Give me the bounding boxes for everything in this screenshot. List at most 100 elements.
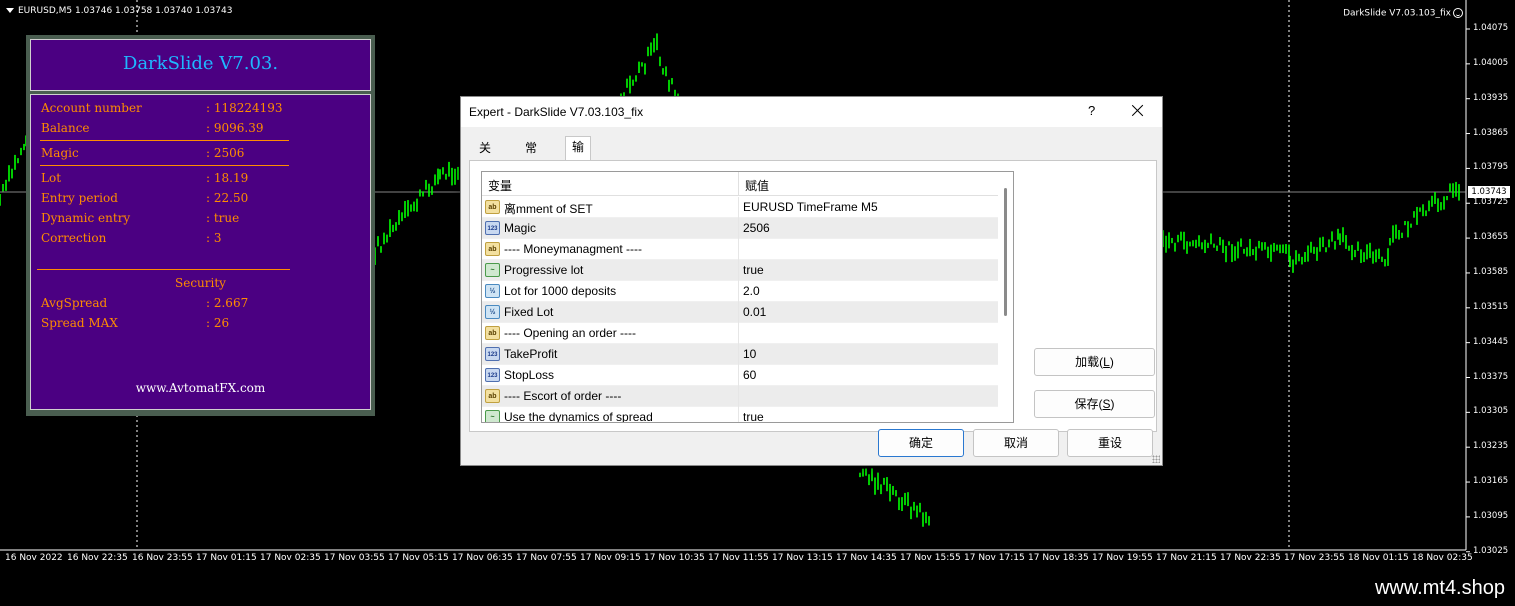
dialog-titlebar[interactable]: Expert - DarkSlide V7.03.103_fix ? [461, 97, 1162, 127]
time-tick-label: 18 Nov 02:35 [1412, 553, 1473, 563]
parameter-row[interactable]: ab ---- Opening an order ---- [482, 323, 998, 344]
time-tick-label: 17 Nov 09:15 [580, 553, 641, 563]
time-tick-label: 17 Nov 07:55 [516, 553, 577, 563]
parameter-row[interactable]: 123 StopLoss 60 [482, 365, 998, 386]
ea-label[interactable]: DarkSlide V7.03.103_fix [1343, 8, 1463, 19]
parameter-row[interactable]: ~ Progressive lot true [482, 260, 998, 281]
balance-value: : 9096.39 [206, 121, 264, 135]
price-tick-label: 1.03095 [1473, 510, 1509, 521]
parameter-value[interactable]: true [743, 410, 764, 422]
tab-inputs[interactable]: 输入参数 [565, 136, 592, 217]
parameter-row[interactable]: ab ---- Moneymanagment ---- [482, 239, 998, 260]
parameter-value[interactable]: 2506 [743, 221, 770, 235]
price-tick-label: 1.03515 [1473, 301, 1509, 312]
magic-value: : 2506 [206, 146, 245, 160]
price-tick-label: 1.03165 [1473, 476, 1509, 487]
entry-period-value: : 22.50 [206, 191, 249, 205]
time-tick-label: 17 Nov 01:15 [196, 553, 257, 563]
symbol-header-text: EURUSD,M5 1.03746 1.03758 1.03740 1.0374… [18, 6, 233, 16]
tab-about[interactable]: 关于 [473, 138, 497, 176]
time-tick-label: 17 Nov 05:15 [388, 553, 449, 563]
price-tick-label: 1.03795 [1473, 162, 1509, 173]
column-divider [738, 323, 739, 344]
time-tick-label: 16 Nov 2022 [5, 553, 63, 563]
ea-name: DarkSlide V7.03.103_fix [1343, 8, 1451, 19]
parameters-table: 变量 赋值 ab 离mment of SET EURUSD TimeFrame M5… [481, 171, 1014, 423]
parameter-name: ---- Opening an order ---- [504, 326, 637, 340]
dynamic-entry-label: Dynamic entry [41, 211, 131, 225]
column-divider [738, 407, 739, 422]
price-tick-label: 1.04075 [1473, 23, 1509, 33]
reset-button[interactable]: 重设 [1067, 429, 1153, 457]
help-button[interactable]: ? [1088, 103, 1095, 118]
panel-body: Account number : 118224193 Balance : 9096.… [30, 94, 371, 410]
string-type-icon: ab [485, 200, 500, 214]
parameter-value[interactable]: EURUSD TimeFrame M5 [743, 200, 878, 214]
parameter-row[interactable]: ½ Lot for 1000 deposits 2.0 [482, 281, 998, 302]
parameter-value[interactable]: true [743, 263, 764, 277]
correction-value: : 3 [206, 231, 222, 245]
integer-type-icon: 123 [485, 368, 500, 382]
column-divider [738, 281, 739, 302]
time-tick-label: 18 Nov 01:15 [1348, 553, 1409, 563]
boolean-type-icon: ~ [485, 410, 500, 422]
save-label: 保存 [1074, 397, 1099, 411]
parameter-name: Magic [504, 221, 537, 235]
column-divider [738, 302, 739, 323]
scrollbar-thumb[interactable] [1004, 188, 1007, 316]
ea-info-panel: DarkSlide V7.03. Account number: 1182241… [26, 35, 375, 416]
column-divider [738, 218, 739, 239]
load-button[interactable]: 加载(L) [1034, 348, 1155, 376]
parameter-value[interactable]: 2.0 [743, 284, 760, 298]
parameter-row[interactable]: ab ---- Escort of order ---- [482, 386, 998, 407]
load-label: 加载 [1075, 355, 1100, 369]
price-tick-label: 1.03375 [1473, 371, 1509, 382]
parameter-name: Progressive lot [504, 263, 584, 277]
collapse-triangle-icon[interactable] [6, 8, 14, 13]
lot-value: : 18.19 [206, 171, 249, 185]
entry-period-label: Entry period [41, 191, 118, 205]
ok-button[interactable]: 确定 [878, 429, 964, 457]
account-value: : 118224193 [206, 101, 283, 115]
table-scrollbar[interactable] [999, 172, 1013, 422]
parameter-row[interactable]: ½ Fixed Lot 0.01 [482, 302, 998, 323]
price-tick-label: 1.03935 [1473, 92, 1509, 103]
column-divider [738, 386, 739, 407]
parameter-row[interactable]: ~ Use the dynamics of spread true [482, 407, 998, 422]
parameter-value[interactable]: 10 [743, 347, 756, 361]
time-tick-label: 17 Nov 10:35 [644, 553, 705, 563]
chart-symbol-header: EURUSD,M5 1.03746 1.03758 1.03740 1.0374… [6, 6, 232, 16]
column-divider [738, 172, 739, 196]
save-hotkey: S [1102, 397, 1111, 411]
account-label: Account number [41, 101, 142, 115]
lot-label: Lot [41, 171, 62, 185]
price-tick-label: 1.03725 [1473, 197, 1509, 208]
time-tick-label: 17 Nov 06:35 [452, 553, 513, 563]
avg-spread-label: AvgSpread [41, 296, 108, 310]
tab-common[interactable]: 常用 [519, 138, 543, 176]
time-tick-label: 17 Nov 11:55 [708, 553, 769, 563]
parameter-value[interactable]: 0.01 [743, 305, 766, 319]
parameter-row[interactable]: ab 离mment of SET EURUSD TimeFrame M5 [482, 197, 998, 218]
price-tick-label: 1.03235 [1473, 441, 1509, 452]
time-tick-label: 17 Nov 22:35 [1220, 553, 1281, 563]
parameter-row[interactable]: 123 Magic 2506 [482, 218, 998, 239]
save-button[interactable]: 保存(S) [1034, 390, 1155, 418]
load-hotkey: L [1103, 355, 1110, 369]
price-tick-label: 1.03025 [1473, 545, 1509, 556]
column-divider [738, 344, 739, 365]
inputs-tab-page: 变量 赋值 ab 离mment of SET EURUSD TimeFrame M5… [469, 160, 1157, 432]
price-tick-label: 1.03655 [1473, 232, 1509, 243]
string-type-icon: ab [485, 326, 500, 340]
smiley-icon [1453, 8, 1463, 18]
parameter-row[interactable]: 123 TakeProfit 10 [482, 344, 998, 365]
balance-label: Balance [41, 121, 90, 135]
time-tick-label: 17 Nov 03:55 [324, 553, 385, 563]
close-icon[interactable] [1129, 102, 1147, 120]
column-variable[interactable]: 变量 [488, 177, 512, 194]
column-divider [738, 239, 739, 260]
column-value[interactable]: 赋值 [745, 177, 769, 194]
cancel-button[interactable]: 取消 [973, 429, 1059, 457]
parameter-value[interactable]: 60 [743, 368, 756, 382]
resize-grip-icon[interactable] [1152, 455, 1160, 463]
